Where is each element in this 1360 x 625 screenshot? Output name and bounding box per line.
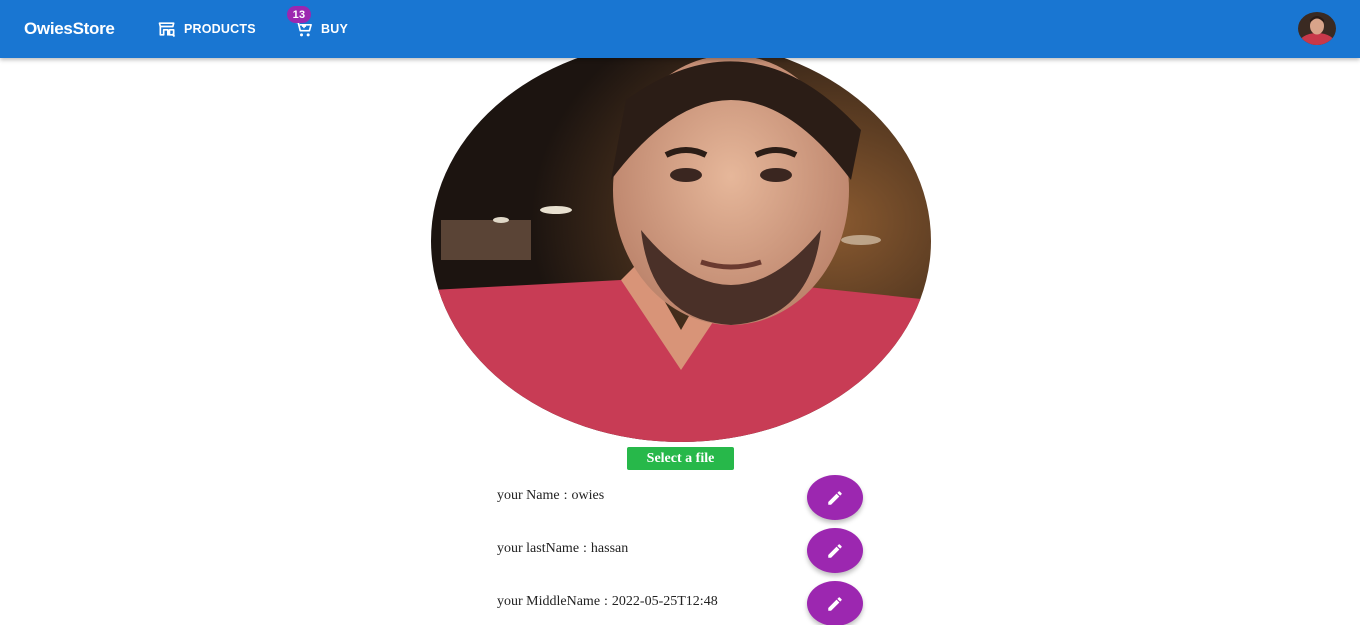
buy-nav-button[interactable]: 13 BUY: [287, 6, 348, 40]
brand-title[interactable]: OwiesStore: [24, 19, 115, 39]
cart-icon-wrap: 13: [287, 6, 314, 39]
lastname-label-text: your lastName: [497, 541, 580, 556]
pencil-icon: [828, 490, 842, 505]
name-label-text: your Name: [497, 488, 560, 503]
products-nav-label: PRODUCTS: [184, 22, 256, 36]
edit-middlename-button[interactable]: [807, 581, 863, 625]
edit-lastname-button[interactable]: [807, 528, 863, 573]
lastname-value: hassan: [590, 541, 629, 556]
storefront-icon: [158, 22, 176, 38]
middlename-label-text: your MiddleName: [497, 594, 601, 609]
name-value: owies: [571, 488, 605, 503]
pencil-icon: [828, 596, 842, 611]
cart-count-badge: 13: [287, 6, 311, 23]
app-bar: OwiesStore PRODUCTS 13 BUY: [0, 0, 1360, 58]
middlename-value: 2022-05-25T12:48: [611, 594, 718, 609]
pencil-icon: [828, 543, 842, 558]
buy-nav-label: BUY: [321, 22, 348, 36]
profile-photo-image: [431, 40, 931, 442]
middlename-field-row: your MiddleName:2022-05-25T12:48: [497, 581, 877, 625]
lastname-field-row: your lastName: hassan: [497, 528, 877, 576]
select-file-button[interactable]: Select a file: [627, 447, 734, 470]
middlename-field-label: your MiddleName:2022-05-25T12:48: [497, 594, 718, 609]
edit-name-button[interactable]: [807, 475, 863, 520]
profile-photo: [431, 40, 931, 442]
products-nav-button[interactable]: PRODUCTS: [157, 18, 256, 40]
avatar-image: [1298, 12, 1336, 45]
name-field-label: your Name: owies: [497, 488, 605, 503]
user-avatar[interactable]: [1298, 12, 1336, 45]
lastname-field-label: your lastName: hassan: [497, 541, 629, 556]
name-field-row: your Name: owies: [497, 475, 877, 523]
